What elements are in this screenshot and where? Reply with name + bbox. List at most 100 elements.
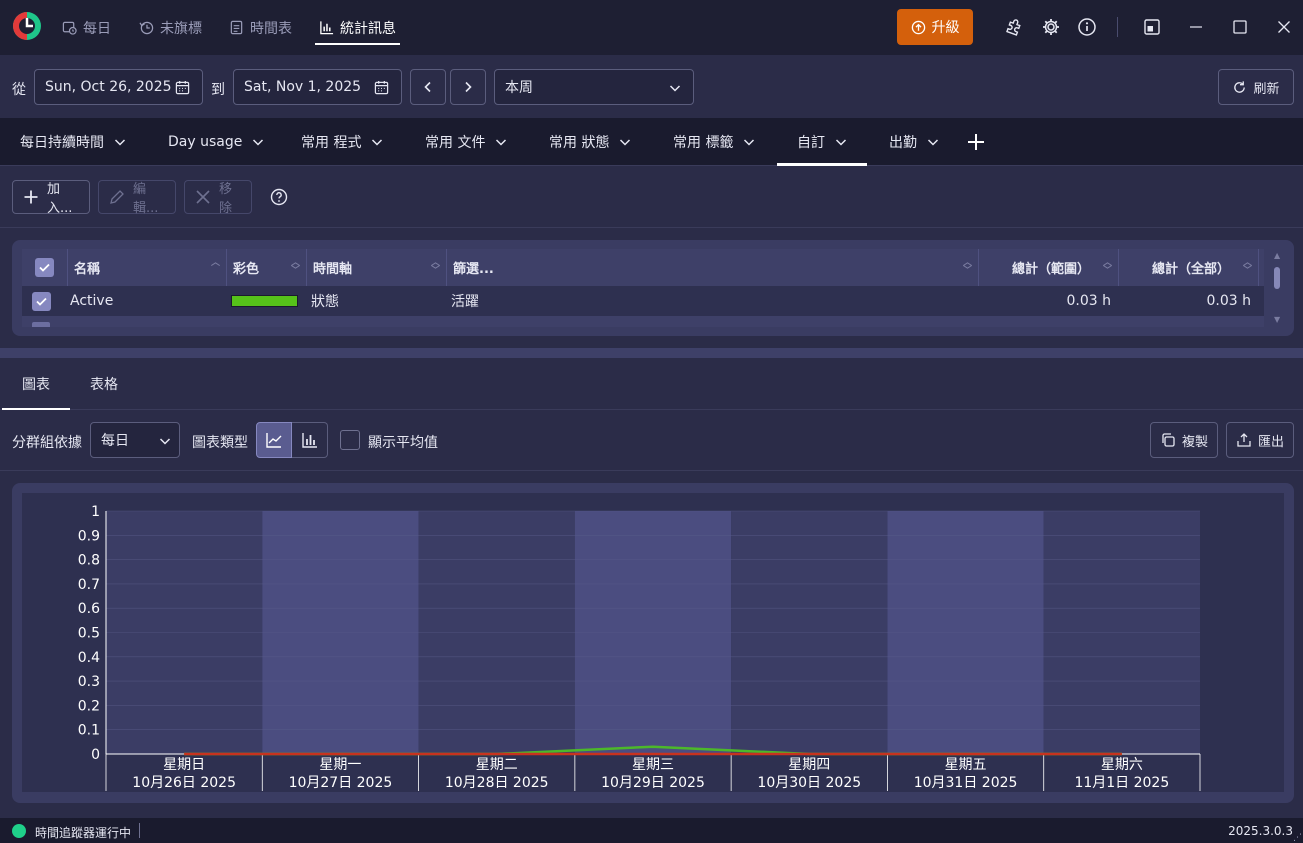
copy-button[interactable]: 複製 xyxy=(1150,422,1218,458)
calendar-clock-icon xyxy=(62,20,77,35)
nav-tab-timesheet[interactable]: 時間表 xyxy=(229,0,292,55)
series-toolbar: 加入... 編輯... 移除 xyxy=(0,166,1303,228)
nav-tab-label: 時間表 xyxy=(250,20,292,37)
pencil-icon xyxy=(109,189,125,205)
column-header-timeline[interactable]: 時間軸 ︿ ﹀ xyxy=(307,249,447,286)
from-label: 從 xyxy=(12,82,26,98)
row-color-cell[interactable] xyxy=(231,286,298,316)
help-icon[interactable] xyxy=(270,188,288,206)
nav-tab-daily[interactable]: 每日 xyxy=(62,0,111,55)
line-chart-type-button[interactable] xyxy=(256,422,292,458)
close-icon[interactable] xyxy=(1271,14,1297,40)
status-bar: 時間追蹤器運行中 2025.3.0.3 ⋰ xyxy=(0,818,1303,843)
tab-table[interactable]: 表格 xyxy=(70,358,138,410)
report-tab-top-tags[interactable]: 常用 標籤 xyxy=(673,118,755,166)
column-header-color[interactable]: 彩色 ︿ ﹀ xyxy=(227,249,307,286)
x-tick-label-date: 10月28日 2025 xyxy=(445,775,549,791)
period-select[interactable]: 本周 xyxy=(494,69,694,105)
y-tick-label: 0.2 xyxy=(78,698,100,714)
show-average-checkbox[interactable] xyxy=(340,430,360,450)
select-all-checkbox[interactable] xyxy=(35,258,54,277)
chart-type-label: 圖表類型 xyxy=(192,435,248,451)
sort-icon: ︿ ﹀ xyxy=(430,258,440,276)
report-tab-label: 常用 標籤 xyxy=(673,135,734,151)
calendar-icon xyxy=(175,80,190,95)
chevron-down-icon xyxy=(252,136,264,148)
report-tab-attendance[interactable]: 出勤 xyxy=(889,118,939,166)
table-row[interactable]: Active 狀態 活躍 0.03 h 0.03 h xyxy=(22,286,1264,316)
scroll-down-icon[interactable]: ▼ xyxy=(1274,315,1280,324)
previous-period-button[interactable] xyxy=(410,69,446,105)
info-icon[interactable] xyxy=(1074,14,1100,40)
x-tick-label-weekday: 星期三 xyxy=(632,757,674,773)
bar-chart-type-button[interactable] xyxy=(292,422,328,458)
report-tab-day-usage[interactable]: Day usage xyxy=(168,118,264,166)
title-bar: 每日 未旗標 時間表 統計訊息 升級 xyxy=(0,0,1303,55)
scrollbar-thumb[interactable] xyxy=(1274,267,1280,289)
report-tab-top-documents[interactable]: 常用 文件 xyxy=(425,118,507,166)
sort-icon: ︿ ﹀ xyxy=(1242,258,1252,276)
settings-gear-icon[interactable] xyxy=(1038,14,1064,40)
compact-mode-icon[interactable] xyxy=(1139,14,1165,40)
tracker-status-indicator xyxy=(12,824,26,838)
y-tick-label: 0.5 xyxy=(78,626,100,642)
y-tick-label: 1 xyxy=(91,504,100,520)
minimize-icon[interactable] xyxy=(1183,14,1209,40)
refresh-icon xyxy=(1232,80,1247,95)
select-all-header[interactable] xyxy=(22,249,68,286)
upgrade-button[interactable]: 升級 xyxy=(897,9,973,45)
x-tick-label-weekday: 星期四 xyxy=(788,757,830,773)
row-checkbox[interactable] xyxy=(31,291,51,311)
x-tick-label-weekday: 星期六 xyxy=(1101,757,1143,773)
group-by-select[interactable]: 每日 xyxy=(90,422,180,458)
export-button[interactable]: 匯出 xyxy=(1226,422,1294,458)
report-tab-label: Day usage xyxy=(168,134,243,150)
resize-grip-icon[interactable]: ⋰ xyxy=(1293,833,1302,843)
report-tab-top-apps[interactable]: 常用 程式 xyxy=(301,118,383,166)
refresh-label: 刷新 xyxy=(1253,81,1280,97)
row-filter: 活躍 xyxy=(451,294,479,310)
plugin-icon[interactable] xyxy=(1002,14,1028,40)
tab-chart[interactable]: 圖表 xyxy=(2,358,70,411)
column-header-filter[interactable]: 篩選... ︿ ﹀ xyxy=(447,249,979,286)
column-header-name[interactable]: 名稱 ︿ xyxy=(68,249,227,286)
to-date-picker[interactable]: Sat, Nov 1, 2025 xyxy=(233,69,402,105)
remove-series-button[interactable]: 移除 xyxy=(184,180,252,216)
panel-splitter[interactable] xyxy=(0,348,1303,358)
refresh-button[interactable]: 刷新 xyxy=(1218,69,1294,105)
export-icon xyxy=(1236,432,1252,448)
x-tick-label-date: 10月29日 2025 xyxy=(601,775,705,791)
add-report-plus-icon[interactable] xyxy=(966,132,986,152)
y-tick-label: 0.7 xyxy=(78,577,100,593)
report-tab-daily-duration[interactable]: 每日持續時間 xyxy=(20,118,126,166)
row-checkbox-cell[interactable] xyxy=(22,286,60,316)
nav-tab-label: 未旗標 xyxy=(160,20,202,37)
nav-tab-unflagged[interactable]: 未旗標 xyxy=(139,0,202,55)
maximize-icon[interactable] xyxy=(1227,14,1253,40)
next-period-button[interactable] xyxy=(450,69,486,105)
from-date-picker[interactable]: Sun, Oct 26, 2025 xyxy=(34,69,203,105)
app-logo xyxy=(12,11,42,41)
edit-series-button[interactable]: 編輯... xyxy=(98,180,176,216)
nav-tab-label: 每日 xyxy=(83,20,111,37)
bar-chart-icon xyxy=(301,431,319,449)
report-tab-custom[interactable]: 自訂 xyxy=(777,118,867,166)
grid-scrollbar[interactable]: ▲ ▼ xyxy=(1266,249,1290,327)
report-tab-top-states[interactable]: 常用 狀態 xyxy=(549,118,631,166)
to-label: 到 xyxy=(211,82,225,98)
scroll-up-icon[interactable]: ▲ xyxy=(1274,251,1280,260)
nav-tab-statistics[interactable]: 統計訊息 xyxy=(315,0,400,55)
edit-series-label: 編輯... xyxy=(133,182,159,216)
column-header-total-all[interactable]: 總計（全部） ︿ ﹀ xyxy=(1119,249,1259,286)
chevron-down-icon xyxy=(114,136,126,148)
color-swatch[interactable] xyxy=(231,295,298,307)
column-header-total-range[interactable]: 總計（範圍） ︿ ﹀ xyxy=(979,249,1119,286)
export-label: 匯出 xyxy=(1257,434,1284,450)
y-tick-label: 0.8 xyxy=(78,553,100,569)
to-date-value: Sat, Nov 1, 2025 xyxy=(244,79,362,95)
arrow-up-circle-icon xyxy=(911,20,926,35)
row-total-all: 0.03 h xyxy=(1206,293,1252,309)
column-header-label: 名稱 xyxy=(74,262,101,277)
add-series-button[interactable]: 加入... xyxy=(12,180,90,216)
chart-controls: 分群組依據 每日 圖表類型 顯示平均值 複製 匯出 xyxy=(0,410,1303,471)
